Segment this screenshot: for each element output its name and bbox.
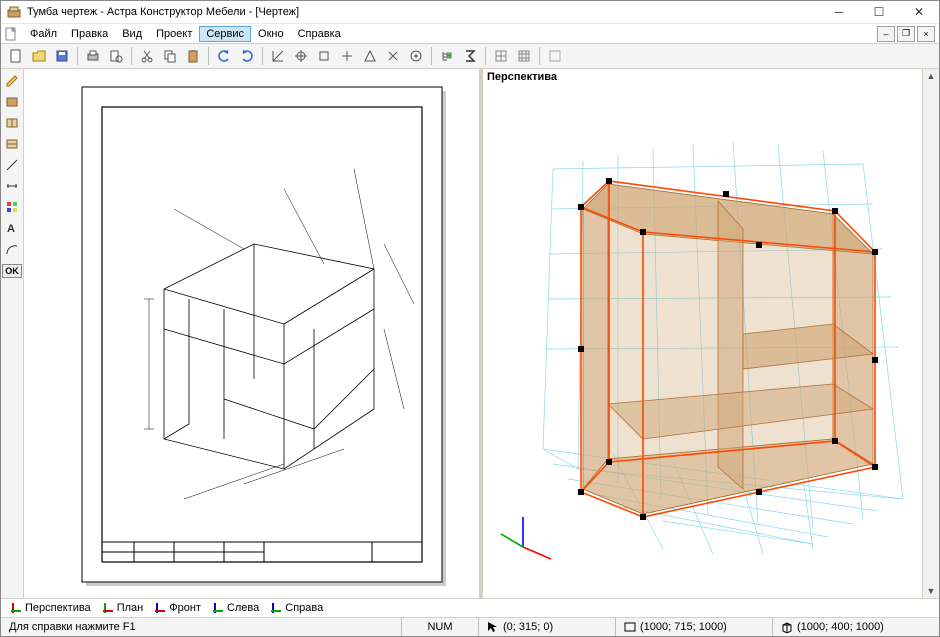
tab-perspective[interactable]: Перспектива [11,602,91,614]
tab-label: Слева [227,602,259,614]
mdi-close-button[interactable]: × [917,26,935,42]
perspective-canvas [483,69,939,598]
arc-icon[interactable] [2,239,22,259]
tab-label: Перспектива [25,602,91,614]
status-coords: (0; 315; 0) [478,618,615,636]
axis-icon [11,603,21,613]
axis-gizmo [501,517,551,559]
scroll-up-icon[interactable]: ▲ [927,69,936,83]
tab-label: Справа [285,602,323,614]
rect-icon [624,621,636,633]
copy-icon[interactable] [159,45,181,67]
sigma-icon[interactable] [459,45,481,67]
panel3-icon[interactable] [2,134,22,154]
menu-window[interactable]: Окно [251,26,291,42]
tab-front[interactable]: Фронт [155,602,201,614]
preview-icon[interactable] [105,45,127,67]
scroll-down-icon[interactable]: ▼ [927,584,936,598]
print-icon[interactable] [82,45,104,67]
mdi-controls: – ❐ × [877,26,939,42]
ok-button[interactable]: OK [2,264,22,278]
close-button[interactable]: ✕ [899,1,939,23]
status-help: Для справки нажмите F1 [1,618,401,636]
drawing-pane[interactable] [24,69,483,598]
panel2-icon[interactable] [2,113,22,133]
snap5-icon[interactable] [359,45,381,67]
axis-icon [271,603,281,613]
app-window: Тумба чертеж - Астра Конструктор Мебели … [0,0,940,637]
window-title: Тумба чертеж - Астра Конструктор Мебели … [27,6,819,18]
snap2-icon[interactable] [290,45,312,67]
snap1-icon[interactable] [267,45,289,67]
menu-project[interactable]: Проект [149,26,199,42]
paste-icon[interactable] [182,45,204,67]
cursor-icon [487,621,499,633]
undo-icon[interactable] [213,45,235,67]
grid1-icon[interactable] [490,45,512,67]
app-icon [7,5,21,19]
left-toolbar-1: A OK [1,69,24,598]
tab-left[interactable]: Слева [213,602,259,614]
mdi-doc-icon [3,26,19,42]
tab-right[interactable]: Справа [271,602,323,614]
perspective-pane[interactable]: Перспектива [483,69,939,598]
panel1-icon[interactable] [2,92,22,112]
tab-label: План [117,602,144,614]
window-controls: ─ ☐ ✕ [819,1,939,23]
svg-text:A: A [7,223,15,235]
status-bbox: (1000; 715; 1000) [615,618,772,636]
axis-icon [213,603,223,613]
tab-label: Фронт [169,602,201,614]
vertical-scrollbar[interactable]: ▲ ▼ [922,69,939,598]
redo-icon[interactable] [236,45,258,67]
statusbar: Для справки нажмите F1 NUM (0; 315; 0) (… [1,617,939,636]
split-panes: Перспектива [24,69,939,598]
tool-extra-icon[interactable] [544,45,566,67]
maximize-button[interactable]: ☐ [859,1,899,23]
axis-icon [103,603,113,613]
status-num: NUM [401,618,478,636]
open-icon[interactable] [28,45,50,67]
snap7-icon[interactable] [405,45,427,67]
menu-edit[interactable]: Правка [64,26,115,42]
line-icon[interactable] [2,155,22,175]
mdi-restore-button[interactable]: ❐ [897,26,915,42]
menu-file[interactable]: Файл [23,26,64,42]
mdi-minimize-button[interactable]: – [877,26,895,42]
pencil-icon[interactable] [2,71,22,91]
new-icon[interactable] [5,45,27,67]
drawing-canvas [24,69,479,598]
snap6-icon[interactable] [382,45,404,67]
color-icon[interactable] [2,197,22,217]
perspective-title: Перспектива [487,71,557,83]
status-dims: (1000; 400; 1000) [772,618,939,636]
view-tabs: Перспектива План Фронт Слева Справа [1,598,939,617]
axis-icon [155,603,165,613]
snap4-icon[interactable] [336,45,358,67]
menu-service[interactable]: Сервис [199,26,251,42]
workspace: A OK [1,69,939,598]
main-toolbar [1,44,939,69]
menu-help[interactable]: Справка [291,26,348,42]
tree-icon[interactable] [436,45,458,67]
cut-icon[interactable] [136,45,158,67]
dim-icon[interactable] [2,176,22,196]
tab-plan[interactable]: План [103,602,144,614]
box3d-icon [781,621,793,633]
menubar: Файл Правка Вид Проект Сервис Окно Справ… [1,24,939,44]
titlebar: Тумба чертеж - Астра Конструктор Мебели … [1,1,939,24]
grid2-icon[interactable] [513,45,535,67]
text-icon[interactable]: A [2,218,22,238]
menu-view[interactable]: Вид [115,26,149,42]
snap3-icon[interactable] [313,45,335,67]
minimize-button[interactable]: ─ [819,1,859,23]
save-icon[interactable] [51,45,73,67]
